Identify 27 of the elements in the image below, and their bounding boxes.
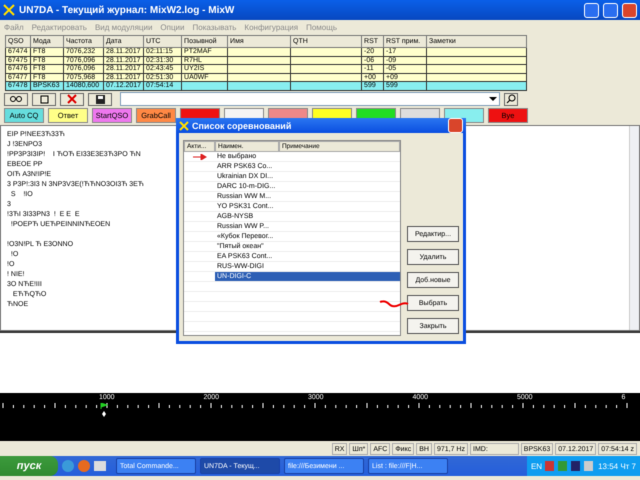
scrollbar[interactable] bbox=[629, 126, 639, 330]
app-logo-icon bbox=[179, 120, 189, 130]
window-title: UN7DA - Текущий журнал: MixW2.log - MixW bbox=[19, 4, 236, 16]
close-button[interactable] bbox=[622, 2, 637, 18]
floppy-icon bbox=[96, 94, 104, 104]
clock: 13:54 Чт 7 bbox=[598, 462, 636, 470]
picture-icon bbox=[40, 94, 48, 104]
tray-icons[interactable] bbox=[545, 460, 596, 472]
squiggle-drawing bbox=[379, 300, 409, 308]
search-icon bbox=[506, 94, 516, 104]
save-button[interactable] bbox=[88, 92, 112, 106]
delete-button[interactable] bbox=[60, 92, 84, 106]
start-button[interactable]: пуск bbox=[0, 456, 58, 476]
search-button[interactable] bbox=[504, 92, 518, 106]
toolbar-button[interactable] bbox=[32, 92, 56, 106]
cross-icon bbox=[67, 94, 77, 104]
toolbar-button[interactable] bbox=[4, 92, 28, 106]
tuning-marker-icon[interactable] bbox=[100, 403, 108, 417]
glasses-icon bbox=[9, 95, 23, 103]
dialog-title: Список соревнований bbox=[192, 120, 292, 130]
callsign-combo-field[interactable] bbox=[120, 92, 500, 106]
maximize-button[interactable] bbox=[603, 2, 618, 18]
app-logo-icon bbox=[3, 4, 15, 16]
transmit-text-area[interactable] bbox=[0, 331, 640, 393]
close-button[interactable] bbox=[448, 118, 463, 133]
dropdown-arrow-icon[interactable] bbox=[489, 97, 497, 101]
minimize-button[interactable] bbox=[584, 2, 599, 18]
